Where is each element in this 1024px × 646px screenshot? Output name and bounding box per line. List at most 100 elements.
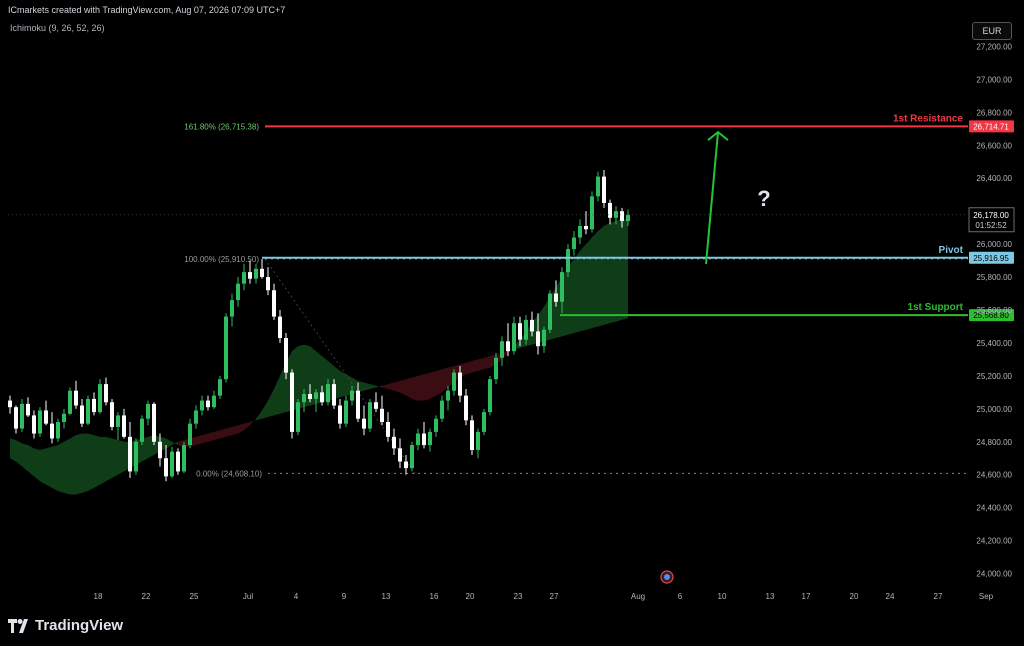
time-tick-label: 13 [382, 592, 391, 601]
candle-body [380, 408, 384, 422]
price-tick-label: 25,600.00 [976, 306, 1012, 315]
candle-body [416, 433, 420, 446]
cloud-segment [574, 250, 580, 334]
cloud-segment [484, 356, 490, 370]
time-tick-label: 9 [342, 592, 347, 601]
candle-body [422, 433, 426, 446]
candle-body [152, 403, 156, 442]
candle-body [512, 323, 516, 352]
fib-label: 161.80% (26,715.38) [184, 122, 259, 131]
cloud-segment [88, 433, 94, 492]
candle-body [218, 379, 222, 396]
candle-body [500, 341, 504, 358]
time-tick-label: 27 [934, 592, 943, 601]
candle-body [536, 331, 540, 347]
candle-body [398, 448, 402, 462]
candle-body [440, 400, 444, 419]
candle-body [608, 202, 612, 218]
time-tick-label: 20 [850, 592, 859, 601]
candle-body [212, 395, 216, 408]
time-tick-label: 4 [294, 592, 299, 601]
candle-body [320, 392, 324, 403]
cloud-segment [100, 436, 106, 485]
candle-body [404, 461, 408, 469]
tradingview-logo-icon [8, 618, 28, 633]
cloud-segment [106, 436, 112, 482]
cloud-segment [412, 375, 418, 401]
candle-body [314, 392, 318, 399]
price-tick-label: 25,800.00 [976, 273, 1012, 282]
candle-body [32, 415, 36, 434]
cloud-segment [466, 361, 472, 375]
candle-body [446, 390, 450, 401]
candle-body [74, 390, 78, 406]
fib-label: 0.00% (24,608.10) [196, 469, 262, 478]
candle-body [158, 441, 162, 459]
countdown-label: 01:52:52 [975, 221, 1007, 230]
currency-button[interactable]: EUR [972, 22, 1012, 40]
candle-body [50, 423, 54, 439]
level-name: 1st Support [907, 302, 963, 313]
candle-body [302, 394, 306, 403]
cloud-segment [64, 438, 70, 495]
candle-body [26, 403, 30, 416]
candle-body [224, 316, 228, 380]
cloud-segment [340, 370, 346, 398]
time-tick-label: 17 [802, 592, 811, 601]
time-tick-label: 25 [190, 592, 199, 601]
cloud-segment [436, 369, 442, 396]
candle-body [596, 176, 600, 197]
cloud-segment [418, 374, 424, 401]
level-name: Pivot [939, 245, 964, 256]
candle-body [614, 211, 618, 218]
footer-bar [0, 605, 1024, 646]
cloud-segment [394, 380, 400, 393]
candle-body [530, 319, 534, 332]
candle-body [254, 268, 258, 279]
cloud-segment [430, 370, 436, 399]
cloud-segment [610, 221, 616, 324]
time-tick-label: 27 [550, 592, 559, 601]
cloud-segment [40, 448, 46, 485]
candle-body [524, 319, 528, 340]
candle-body [116, 415, 120, 427]
candle-body [62, 413, 66, 422]
candle-body [452, 372, 456, 391]
candle-body [122, 415, 126, 437]
time-tick-label: 18 [94, 592, 103, 601]
price-tick-label: 24,200.00 [976, 537, 1012, 546]
chart-credit: ICmarkets created with TradingView.com, … [8, 5, 286, 15]
time-tick-label: Sep [979, 592, 994, 601]
price-tick-label: 24,000.00 [976, 570, 1012, 579]
candle-body [482, 412, 486, 432]
time-tick-label: 13 [766, 592, 775, 601]
time-tick-label: 10 [718, 592, 727, 601]
candle-body [176, 451, 180, 472]
candle-body [284, 338, 288, 373]
candle-body [296, 402, 300, 432]
price-tick-label: 26,600.00 [976, 141, 1012, 150]
candle-body [20, 403, 24, 429]
price-tick-label: 27,000.00 [976, 75, 1012, 84]
cloud-segment [406, 377, 412, 399]
candle-body [392, 436, 396, 449]
candle-body [542, 329, 546, 347]
candle-body [476, 431, 480, 450]
time-tick-label: 23 [514, 592, 523, 601]
candle-body [584, 226, 588, 230]
candle-body [230, 300, 234, 317]
indicator-legend[interactable]: Ichimoku (9, 26, 52, 26) [10, 23, 105, 33]
candle-body [386, 422, 390, 437]
candle-body [146, 403, 150, 419]
level-name: 1st Resistance [893, 113, 963, 124]
candle-body [494, 357, 498, 380]
time-tick-label: 6 [678, 592, 683, 601]
candle-body [326, 384, 330, 403]
candle-body [458, 372, 462, 396]
cloud-segment [358, 380, 364, 393]
cloud-segment [616, 219, 622, 322]
cloud-segment [592, 230, 598, 329]
brand-logo[interactable]: TradingView [8, 617, 123, 634]
price-chart[interactable]: 161.80% (26,715.38) 100.00% (25,910.50) 0.… [0, 0, 1024, 605]
candle-body [560, 272, 564, 302]
